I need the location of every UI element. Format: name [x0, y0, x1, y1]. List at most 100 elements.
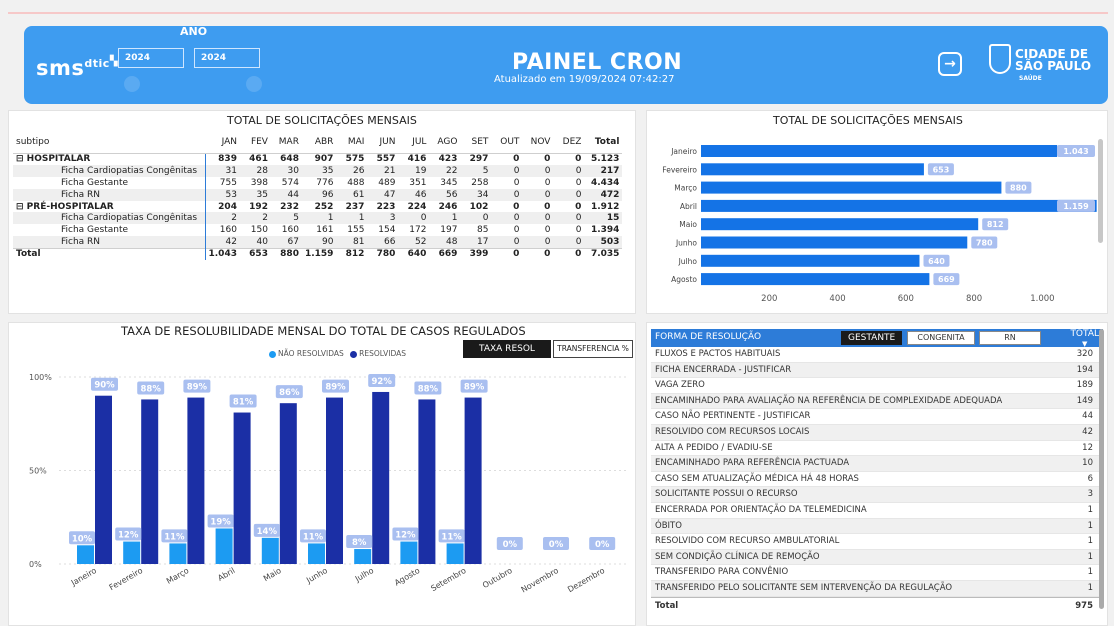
item-label: SOLICITANTE POSSUI O RECURSO	[655, 489, 798, 500]
cell: 297	[469, 154, 489, 165]
vbar-value-label: 90%	[94, 381, 115, 391]
vbar-bar-resolvidas[interactable]	[372, 391, 390, 564]
vbar-bar-resolvidas[interactable]	[464, 397, 482, 564]
vbar-bar-resolvidas[interactable]	[418, 399, 436, 564]
hbar-bar[interactable]	[701, 181, 1002, 194]
vbar-bar-nao-resolvidas[interactable]	[308, 543, 325, 564]
year-to-field[interactable]: 2024	[194, 48, 260, 68]
vbar-bar-resolvidas[interactable]	[233, 412, 251, 564]
item-label: SEM CONDIÇÃO CLÍNICA DE REMOÇÃO	[655, 551, 820, 562]
header-total[interactable]: TOTAL ▼	[1070, 329, 1099, 349]
matrix-row: Ficha Gestante 755 398 574 776 488 489 351 345 25…	[13, 176, 622, 189]
year-slider-end-handle[interactable]	[246, 76, 262, 92]
row-label[interactable]: ⊟ PRÉ-HOSPITALAR	[13, 200, 206, 213]
list-item[interactable]: ÓBITO 1	[651, 518, 1103, 535]
year-from-field[interactable]: 2024	[118, 48, 184, 68]
cell: 258	[471, 177, 489, 188]
cell: 880	[270, 247, 302, 261]
hbar-bar[interactable]	[701, 254, 920, 267]
cell: 30	[270, 164, 302, 177]
cell: 19	[398, 164, 430, 177]
taxa-resol-button[interactable]: TAXA RESOL	[463, 340, 551, 358]
cell: 3	[367, 212, 399, 225]
vbar-bar-nao-resolvidas[interactable]	[400, 541, 418, 564]
vbar-bar-nao-resolvidas[interactable]	[77, 545, 94, 564]
item-value: 149	[1076, 395, 1093, 406]
ano-label: ANO	[180, 25, 208, 38]
row-label[interactable]: ⊟ HOSPITALAR	[13, 153, 206, 165]
cell: 839	[218, 154, 237, 165]
vbar-value-label: 0%	[595, 540, 610, 550]
transferencia-button[interactable]: TRANSFERENCIA %	[553, 340, 633, 358]
vbar-bar-resolvidas[interactable]	[95, 395, 112, 564]
toggle-gestante[interactable]: GESTANTE	[841, 331, 903, 345]
vbar-bar-nao-resolvidas[interactable]	[261, 537, 279, 564]
vbar-bar-nao-resolvidas[interactable]	[169, 543, 187, 564]
cell: 0	[522, 236, 554, 249]
resolucao-scrollbar[interactable]	[1099, 329, 1104, 609]
list-item[interactable]: FLUXOS E PACTOS HABITUAIS 320	[651, 347, 1103, 363]
vbar-bar-nao-resolvidas[interactable]	[215, 528, 233, 564]
list-item[interactable]: RESOLVIDO COM RECURSO AMBULATORIAL 1	[651, 534, 1103, 550]
vbar-category-label: Agosto	[393, 566, 422, 588]
cell: 0	[491, 236, 523, 249]
list-item[interactable]: SOLICITANTE POSSUI O RECURSO 3	[651, 487, 1103, 503]
col-month: JUL	[398, 131, 430, 154]
exit-arrow-icon[interactable]: →	[938, 52, 962, 76]
hbar-bar[interactable]	[701, 236, 968, 249]
item-value: 1	[1087, 536, 1093, 547]
vbar-ytick: 100%	[29, 373, 52, 382]
list-item[interactable]: TRANSFERIDO PELO SOLICITANTE SEM INTERVE…	[651, 580, 1103, 597]
list-item[interactable]: ENCERRADA POR ORIENTAÇÃO DA TELEMEDICINA…	[651, 503, 1103, 519]
list-item[interactable]: ENCAMINHADO PARA AVALIAÇÃO NA REFERÊNCIA…	[651, 393, 1103, 410]
vbar-bar-nao-resolvidas[interactable]	[354, 549, 372, 564]
list-item[interactable]: CASO SEM ATUALIZAÇÃO MÉDICA HÁ 48 HORAS 6	[651, 472, 1103, 488]
list-item[interactable]: TRANSFERIDO PARA CONVÊNIO 1	[651, 565, 1103, 581]
vbar-bar-nao-resolvidas[interactable]	[123, 541, 141, 564]
vbar-bar-nao-resolvidas[interactable]	[446, 543, 464, 564]
list-item[interactable]: FICHA ENCERRADA - JUSTIFICAR 194	[651, 362, 1103, 379]
cell: 66	[367, 236, 399, 249]
crest-icon	[989, 44, 1011, 74]
list-item[interactable]: ENCAMINHADO PARA REFERÊNCIA PACTUADA 10	[651, 456, 1103, 472]
toggle-rn[interactable]: RN	[979, 331, 1041, 345]
table-total-row: Total 975	[651, 596, 1103, 613]
matrix-row: Total 1.043 653 880 1.159 812 780 640 669 399 0 0 0 7…	[13, 247, 623, 261]
vbar-bar-resolvidas[interactable]	[326, 397, 343, 564]
vbar-value-label: 0%	[549, 540, 564, 550]
cell: 172	[409, 225, 427, 236]
vbar-bar-resolvidas[interactable]	[279, 403, 297, 564]
vbar-value-label: 11%	[441, 532, 462, 542]
hbar-bar[interactable]	[701, 218, 979, 231]
hbar-bar[interactable]	[701, 199, 1097, 212]
vbar-bar-resolvidas[interactable]	[141, 399, 159, 564]
cell: 780	[367, 247, 399, 261]
hbar-xtick: 1.000	[1030, 294, 1054, 304]
item-value: 194	[1076, 364, 1093, 375]
item-label: TRANSFERIDO PELO SOLICITANTE SEM INTERVE…	[655, 582, 953, 593]
list-item[interactable]: SEM CONDIÇÃO CLÍNICA DE REMOÇÃO 1	[651, 549, 1103, 566]
col-subtipo: subtipo	[13, 131, 205, 154]
matrix-panel: TOTAL DE SOLICITAÇÕES MENSAIS subtipo JAN…	[8, 110, 636, 314]
list-item[interactable]: ALTA A PEDIDO / EVADIU-SE 12	[651, 441, 1103, 457]
hbar-bar[interactable]	[701, 273, 930, 286]
toggle-congenita[interactable]: CONGENITA	[907, 331, 975, 345]
cell: 423	[438, 154, 458, 165]
matrix-title: TOTAL DE SOLICITAÇÕES MENSAIS	[227, 114, 417, 127]
col-month: MAR	[270, 131, 302, 154]
list-item[interactable]: CASO NÃO PERTINENTE - JUSTIFICAR 44	[651, 409, 1103, 425]
vbar-value-label: 89%	[187, 383, 208, 393]
cell: 489	[378, 177, 396, 188]
vbar-bar-resolvidas[interactable]	[187, 397, 205, 564]
cell-total: 1.912	[590, 201, 620, 212]
list-item[interactable]: RESOLVIDO COM RECURSOS LOCAIS 42	[651, 424, 1103, 441]
cell: 150	[250, 225, 268, 236]
col-month: DEZ	[553, 131, 585, 154]
hbar-scrollbar[interactable]	[1098, 139, 1103, 243]
list-item[interactable]: VAGA ZERO 189	[651, 378, 1103, 394]
cell-total: 503	[584, 236, 623, 249]
year-slider-start-handle[interactable]	[124, 76, 140, 92]
hbar-bar[interactable]	[701, 163, 924, 176]
cell-total: 5.123	[590, 154, 620, 165]
hbar-bar[interactable]	[701, 145, 1058, 157]
